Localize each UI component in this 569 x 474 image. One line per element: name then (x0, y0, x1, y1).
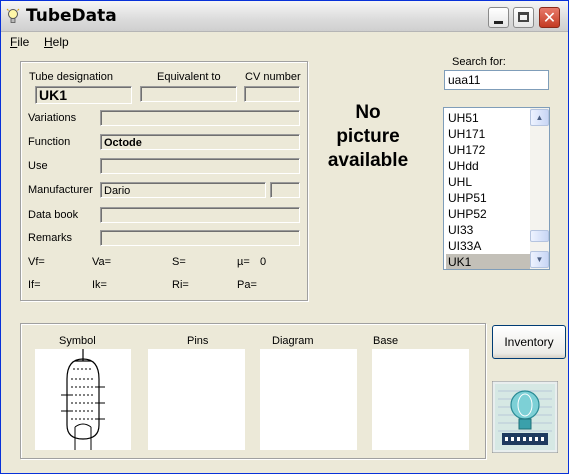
equivalent-to-label: Equivalent to (157, 71, 221, 83)
lightbulb-icon (6, 8, 20, 23)
mu-value: 0 (260, 256, 267, 268)
list-item[interactable]: UI33 (446, 222, 530, 238)
manufacturer-code-field[interactable] (270, 182, 300, 198)
no-picture-line: No (355, 102, 381, 123)
scroll-down-icon: ▼ (535, 255, 544, 264)
remarks-label: Remarks (28, 232, 73, 244)
equivalent-to-field[interactable] (140, 86, 237, 102)
tube-symbol-icon (61, 349, 105, 450)
symbol-panel (35, 349, 131, 450)
va-label: Va= (92, 256, 112, 268)
menu-help[interactable]: Help (44, 35, 69, 49)
function-label: Function (28, 136, 71, 148)
remarks-field[interactable] (100, 230, 300, 246)
variations-label: Variations (28, 112, 77, 124)
inventory-button[interactable]: Inventory (492, 325, 566, 359)
no-picture-line: picture (336, 126, 400, 147)
menu-file-label: ile (17, 35, 30, 49)
tube-designation-field[interactable]: UK1 (35, 86, 132, 104)
base-panel (372, 349, 469, 450)
list-item[interactable]: UH51 (446, 110, 530, 126)
list-item[interactable]: UH171 (446, 126, 530, 142)
base-label: Base (373, 335, 399, 347)
use-label: Use (28, 160, 48, 172)
no-picture-line: available (327, 150, 409, 171)
list-item[interactable]: UI33A (446, 238, 530, 254)
maximize-icon (518, 12, 529, 22)
scroll-thumb[interactable] (530, 230, 549, 242)
scroll-down-button[interactable]: ▼ (530, 251, 549, 268)
list-item[interactable]: UH172 (446, 142, 530, 158)
list-item[interactable]: UHP51 (446, 190, 530, 206)
tube-designation-label: Tube designation (29, 71, 113, 83)
menu-file[interactable]: File (10, 35, 29, 49)
manufacturer-field[interactable]: Dario (100, 182, 266, 198)
ik-label: Ik= (92, 279, 107, 291)
pa-label: Pa= (237, 279, 257, 291)
tube-listbox[interactable]: UH51 UH171 UH172 UHdd UHL UHP51 UHP52 UI… (443, 107, 550, 270)
use-field[interactable] (100, 158, 300, 174)
window-title: TubeData (26, 6, 117, 26)
variations-field[interactable] (100, 110, 300, 126)
pins-panel (148, 349, 245, 450)
title-bar[interactable]: TubeData ✕ (1, 1, 568, 32)
scroll-up-button[interactable]: ▲ (530, 109, 549, 126)
maximize-button[interactable] (513, 7, 534, 28)
main-window: TubeData ✕ File Help Tube designation Eq… (0, 0, 569, 474)
minimize-icon (494, 21, 503, 24)
ri-label: Ri= (172, 279, 189, 291)
menu-help-accesskey: H (44, 35, 53, 49)
search-input[interactable]: uaa11 (444, 70, 549, 90)
vf-label: Vf= (28, 256, 45, 268)
if-label: If= (28, 279, 41, 291)
cv-number-label: CV number (245, 71, 301, 83)
close-icon: ✕ (542, 8, 557, 27)
data-book-label: Data book (28, 209, 79, 221)
list-item[interactable]: UHP52 (446, 206, 530, 222)
menu-help-label: elp (52, 35, 69, 49)
minimize-button[interactable] (488, 7, 509, 28)
menu-bar: File Help (1, 32, 568, 52)
close-button[interactable]: ✕ (539, 7, 560, 28)
mu-label: µ= (237, 256, 250, 268)
scroll-up-icon: ▲ (535, 113, 544, 122)
data-book-field[interactable] (100, 207, 300, 223)
manufacturer-label: Manufacturer (28, 184, 93, 196)
function-field[interactable]: Octode (100, 134, 300, 150)
search-label: Search for: (452, 56, 506, 68)
pins-label: Pins (187, 335, 209, 347)
diagram-panel (260, 349, 357, 450)
diagram-label: Diagram (272, 335, 314, 347)
list-scrollbar[interactable]: ▲ ▼ (530, 108, 549, 269)
list-item[interactable]: UHdd (446, 158, 530, 174)
s-label: S= (172, 256, 186, 268)
list-item[interactable]: UHL (446, 174, 530, 190)
tube-logo-icon[interactable] (492, 381, 558, 453)
no-picture-message: No picture available (313, 101, 423, 173)
list-item-selected[interactable]: UK1 (446, 254, 530, 269)
cv-number-field[interactable] (244, 86, 300, 102)
symbol-label: Symbol (59, 335, 96, 347)
